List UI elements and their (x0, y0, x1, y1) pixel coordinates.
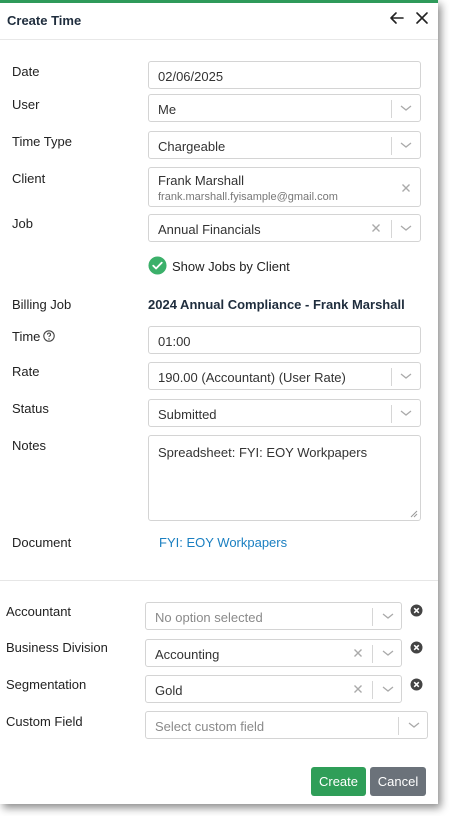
clear-icon[interactable] (401, 183, 411, 193)
accountant-placeholder: No option selected (155, 610, 263, 625)
custom-field-select[interactable]: Select custom field (145, 711, 428, 739)
document-label: Document (12, 535, 72, 550)
chevron-down-icon[interactable] (400, 103, 412, 113)
cancel-button[interactable]: Cancel (370, 767, 426, 796)
section-divider (0, 580, 438, 581)
chevron-down-icon[interactable] (400, 140, 412, 150)
client-email: frank.marshall.fyisample@gmail.com (158, 191, 338, 203)
business-division-label: Business Division (6, 640, 108, 655)
billing-job-label: Billing Job (12, 297, 72, 312)
custom-field-placeholder: Select custom field (155, 719, 265, 734)
time-label-text: Time (12, 329, 41, 344)
clear-icon[interactable] (353, 648, 363, 658)
time-type-value: Chargeable (158, 139, 226, 154)
select-separator (372, 681, 373, 699)
custom-field-label: Custom Field (6, 714, 83, 729)
date-input[interactable]: 02/06/2025 (148, 61, 421, 89)
client-name: Frank Marshall (158, 173, 244, 188)
create-time-panel: Create Time Date 02/06/2025 User Me Time… (0, 0, 438, 804)
accountant-select[interactable]: No option selected (145, 602, 402, 630)
remove-circle-icon[interactable] (410, 604, 423, 617)
business-division-select[interactable]: Accounting (145, 639, 402, 667)
chevron-down-icon[interactable] (382, 684, 394, 694)
show-jobs-by-client-label: Show Jobs by Client (172, 259, 290, 274)
check-circle-icon[interactable] (148, 256, 167, 275)
date-value: 02/06/2025 (158, 69, 224, 84)
job-label: Job (12, 216, 33, 231)
rate-label: Rate (12, 364, 40, 379)
chevron-down-icon[interactable] (400, 371, 412, 381)
select-separator (391, 405, 392, 423)
status-label: Status (12, 401, 49, 416)
select-separator (372, 608, 373, 626)
time-type-label: Time Type (12, 134, 72, 149)
remove-circle-icon[interactable] (410, 678, 423, 691)
select-separator (391, 137, 392, 155)
status-value: Submitted (158, 407, 217, 422)
time-value: 01:00 (158, 334, 191, 349)
select-separator (372, 645, 373, 663)
segmentation-label: Segmentation (6, 677, 87, 692)
close-icon[interactable] (414, 10, 430, 26)
resize-handle-icon[interactable] (410, 510, 418, 518)
select-separator (398, 717, 399, 735)
help-icon[interactable] (43, 330, 56, 342)
chevron-down-icon[interactable] (382, 611, 394, 621)
arrow-left-icon[interactable] (389, 10, 405, 26)
billing-job-value: 2024 Annual Compliance - Frank Marshall (148, 297, 405, 312)
document-link[interactable]: FYI: EOY Workpapers (159, 535, 287, 550)
business-division-value: Accounting (155, 647, 220, 662)
time-label: Time (12, 329, 56, 344)
time-input[interactable]: 01:00 (148, 326, 421, 354)
chevron-down-icon[interactable] (408, 720, 420, 730)
select-separator (391, 368, 392, 386)
notes-textarea[interactable]: Spreadsheet: FYI: EOY Workpapers (148, 435, 421, 521)
notes-label: Notes (12, 438, 46, 453)
accountant-label: Accountant (6, 604, 72, 619)
time-type-select[interactable]: Chargeable (148, 131, 421, 159)
create-button[interactable]: Create (311, 767, 366, 796)
panel-title: Create Time (7, 13, 82, 28)
segmentation-value: Gold (155, 683, 183, 698)
job-value: Annual Financials (158, 222, 261, 237)
select-separator (391, 220, 392, 238)
user-select[interactable]: Me (148, 94, 421, 122)
status-select[interactable]: Submitted (148, 399, 421, 427)
user-value: Me (158, 102, 177, 117)
date-label: Date (12, 64, 40, 79)
select-separator (391, 100, 392, 118)
segmentation-select[interactable]: Gold (145, 675, 402, 703)
clear-icon[interactable] (371, 223, 381, 233)
rate-select[interactable]: 190.00 (Accountant) (User Rate) (148, 362, 421, 390)
client-select[interactable]: Frank Marshall frank.marshall.fyisample@… (148, 167, 421, 207)
remove-circle-icon[interactable] (410, 641, 423, 654)
clear-icon[interactable] (353, 684, 363, 694)
client-label: Client (12, 171, 46, 186)
panel-header: Create Time (0, 3, 438, 40)
notes-value: Spreadsheet: FYI: EOY Workpapers (158, 445, 368, 460)
chevron-down-icon[interactable] (400, 223, 412, 233)
rate-value: 190.00 (Accountant) (User Rate) (158, 370, 346, 385)
user-label: User (12, 97, 40, 112)
job-select[interactable]: Annual Financials (148, 214, 421, 242)
chevron-down-icon[interactable] (400, 408, 412, 418)
chevron-down-icon[interactable] (382, 648, 394, 658)
